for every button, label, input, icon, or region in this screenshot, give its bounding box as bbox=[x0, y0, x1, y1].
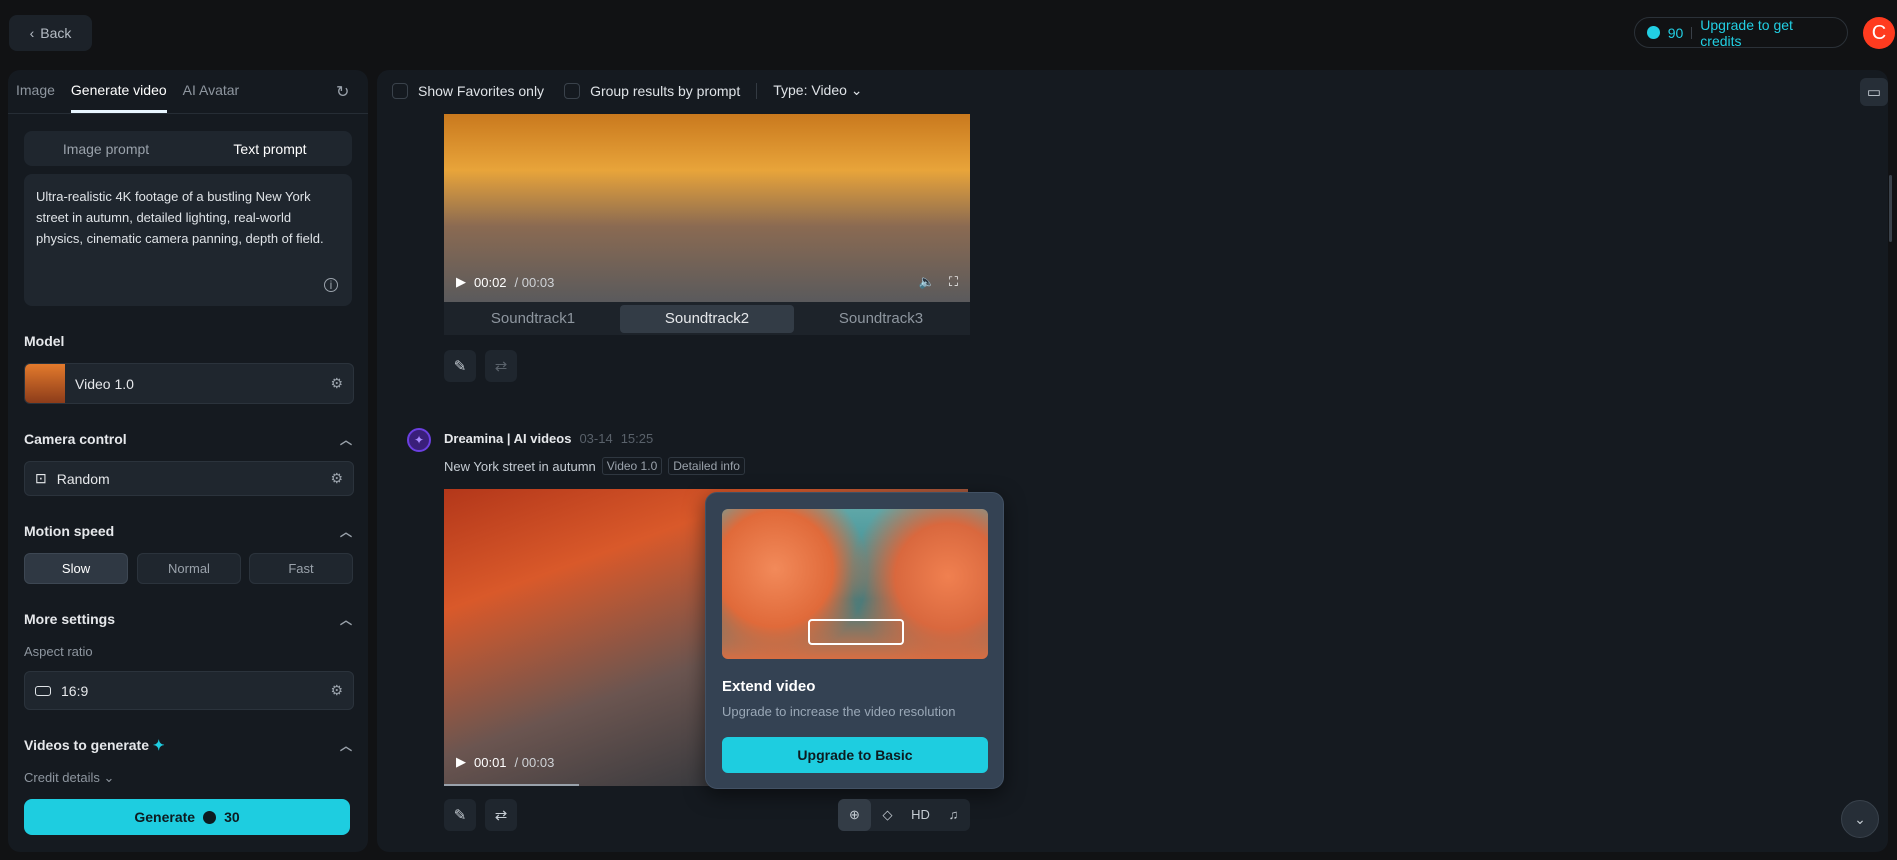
tab-ai-avatar[interactable]: AI Avatar bbox=[183, 82, 240, 113]
speed-normal[interactable]: Normal bbox=[137, 553, 241, 584]
play-icon[interactable]: ▶ bbox=[456, 274, 466, 290]
settings-sliders-icon[interactable]: ⚙ bbox=[330, 375, 343, 392]
videos-to-generate-header[interactable]: Videos to generate ✦ ︿ bbox=[24, 737, 352, 754]
aspect-icon bbox=[35, 685, 51, 696]
folder-icon[interactable]: ▭ bbox=[1860, 78, 1888, 106]
upgrade-basic-button[interactable]: Upgrade to Basic bbox=[722, 737, 988, 773]
detailed-info-button[interactable]: Detailed info bbox=[668, 457, 745, 475]
results-toolbar: Show Favorites only Group results by pro… bbox=[392, 82, 863, 99]
timeline-frame bbox=[808, 619, 904, 645]
credit-icon bbox=[203, 810, 217, 824]
model-select[interactable]: Video 1.0 ⚙ bbox=[24, 363, 354, 404]
progress-bar[interactable] bbox=[444, 784, 579, 786]
upgrade-link[interactable]: Upgrade to get credits bbox=[1700, 17, 1835, 49]
chevron-up-icon: ︿ bbox=[339, 739, 352, 753]
model-label: Model bbox=[24, 333, 65, 349]
camera-icon: ⊡ bbox=[35, 470, 47, 486]
model-thumbnail bbox=[25, 364, 65, 403]
camera-control-header[interactable]: Camera control ︿ bbox=[24, 431, 352, 447]
divider bbox=[1691, 26, 1693, 39]
soundtrack-tabs: Soundtrack1 Soundtrack2 Soundtrack3 bbox=[444, 302, 970, 335]
video-tools: ⊕ ◇ HD ♫ bbox=[838, 799, 970, 831]
reset-icon[interactable]: ↻ bbox=[336, 82, 349, 102]
credits-pill[interactable]: 90 Upgrade to get credits bbox=[1634, 17, 1848, 49]
image-prompt-tab[interactable]: Image prompt bbox=[24, 141, 188, 157]
soundtrack-3[interactable]: Soundtrack3 bbox=[794, 305, 968, 333]
generate-button[interactable]: Generate 30 bbox=[24, 799, 350, 835]
speed-slow[interactable]: Slow bbox=[24, 553, 128, 584]
scroll-down-button[interactable]: ⌄ bbox=[1841, 800, 1879, 838]
regenerate-icon[interactable]: ⇄ bbox=[485, 350, 517, 382]
credit-details-toggle[interactable]: Credit details ⌄ bbox=[24, 770, 114, 786]
soundtrack-1[interactable]: Soundtrack1 bbox=[446, 305, 620, 333]
chevron-left-icon: ‹ bbox=[29, 25, 35, 41]
tab-image[interactable]: Image bbox=[16, 82, 55, 113]
popup-title: Extend video bbox=[722, 678, 816, 695]
model-tag: Video 1.0 bbox=[601, 457, 663, 475]
user-avatar[interactable]: C bbox=[1863, 17, 1895, 49]
chevron-up-icon: ︿ bbox=[339, 433, 352, 447]
credit-icon bbox=[1647, 26, 1660, 39]
divider bbox=[756, 82, 758, 99]
settings-sliders-icon[interactable]: ⚙ bbox=[330, 682, 343, 699]
soundtrack-2[interactable]: Soundtrack2 bbox=[620, 304, 794, 333]
hd-upscale-button[interactable]: HD bbox=[904, 799, 937, 831]
chevron-down-icon: ⌄ bbox=[103, 770, 115, 785]
edit-icon[interactable]: ✎ bbox=[444, 350, 476, 382]
chevron-up-icon: ︿ bbox=[339, 613, 352, 627]
result-header: Dreamina | AI videos 03-14 15:25 bbox=[444, 431, 654, 446]
camera-select[interactable]: ⊡ Random ⚙ bbox=[24, 461, 354, 496]
aspect-ratio-label: Aspect ratio bbox=[24, 644, 93, 659]
sparkle-icon: ✦ bbox=[152, 737, 165, 753]
prompt-mode-toggle: Image prompt Text prompt bbox=[24, 131, 352, 166]
video-player-1[interactable]: ▶ 00:02/ 00:03 🔈 ⛶ bbox=[444, 114, 970, 302]
chevron-up-icon: ︿ bbox=[339, 525, 352, 539]
fullscreen-icon[interactable]: ⛶ bbox=[949, 274, 958, 290]
more-settings-header[interactable]: More settings ︿ bbox=[24, 611, 352, 627]
music-icon[interactable]: ♫ bbox=[937, 799, 970, 831]
interpolate-icon[interactable]: ◇ bbox=[871, 799, 904, 831]
volume-icon[interactable]: 🔈 bbox=[919, 274, 935, 290]
sidebar-tabs: Image Generate video AI Avatar bbox=[16, 82, 239, 113]
edit-icon[interactable]: ✎ bbox=[444, 799, 476, 831]
result-prompt: New York street in autumn Video 1.0 Detail… bbox=[444, 457, 745, 475]
divider bbox=[8, 113, 368, 114]
tab-generate-video[interactable]: Generate video bbox=[70, 82, 167, 113]
settings-sliders-icon[interactable]: ⚙ bbox=[330, 470, 343, 487]
extend-preview-image bbox=[722, 509, 988, 659]
extend-video-icon[interactable]: ⊕ bbox=[838, 799, 871, 831]
back-button[interactable]: ‹ Back bbox=[9, 15, 92, 51]
scrollbar[interactable] bbox=[1889, 175, 1892, 242]
regenerate-icon[interactable]: ⇄ bbox=[485, 799, 517, 831]
speed-fast[interactable]: Fast bbox=[249, 553, 353, 584]
popup-description: Upgrade to increase the video resolution bbox=[722, 704, 956, 719]
play-icon[interactable]: ▶ bbox=[456, 754, 466, 770]
dreamina-logo-icon: ✦ bbox=[407, 428, 431, 452]
motion-speed-header[interactable]: Motion speed ︿ bbox=[24, 523, 352, 539]
extend-video-popup: Extend video Upgrade to increase the vid… bbox=[705, 492, 1004, 789]
aspect-ratio-select[interactable]: 16:9 ⚙ bbox=[24, 671, 354, 710]
favorites-checkbox[interactable] bbox=[392, 82, 408, 99]
info-icon[interactable]: i bbox=[324, 278, 338, 292]
group-checkbox[interactable] bbox=[564, 82, 581, 99]
prompt-textarea[interactable]: Ultra-realistic 4K footage of a bustling… bbox=[24, 174, 352, 306]
text-prompt-tab[interactable]: Text prompt bbox=[188, 141, 352, 157]
type-dropdown[interactable]: Type: Video ⌄ bbox=[773, 82, 862, 99]
